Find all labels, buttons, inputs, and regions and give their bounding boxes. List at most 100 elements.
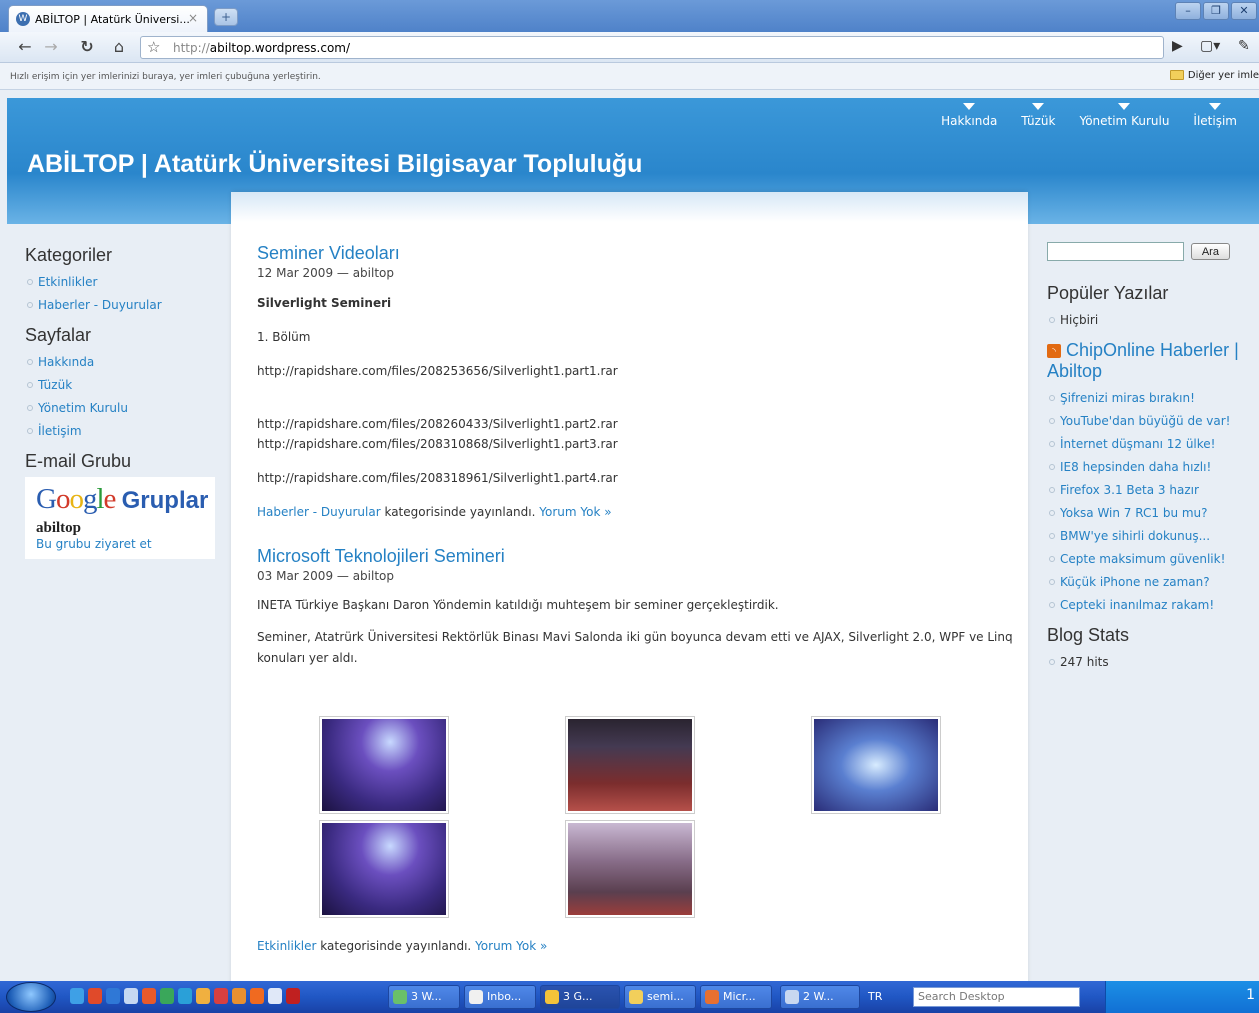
gallery-photo[interactable] — [319, 820, 449, 918]
reload-icon[interactable]: ↻ — [76, 37, 98, 59]
search-input[interactable] — [1047, 242, 1184, 261]
clock[interactable]: 1 — [1246, 987, 1255, 1003]
taskbar-button[interactable]: 3 W... — [388, 985, 460, 1009]
post-category-link[interactable]: Etkinlikler — [257, 939, 316, 953]
comments-link[interactable]: Yorum Yok » — [475, 939, 547, 953]
tab-strip: W ABİLTOP | Atatürk Üniversi... × + – ❐ … — [0, 0, 1259, 32]
post-title[interactable]: Microsoft Teknolojileri Semineri — [257, 546, 1017, 567]
page-tuzuk[interactable]: Tüzük — [38, 378, 72, 392]
list-item: Yönetim Kurulu — [25, 397, 225, 420]
opera-icon[interactable] — [88, 988, 102, 1004]
download-link[interactable]: http://rapidshare.com/files/208260433/Si… — [257, 417, 618, 431]
page-iletisim[interactable]: İletişim — [38, 424, 82, 438]
gallery-photo[interactable] — [811, 716, 941, 814]
feed-item[interactable]: Cepte maksimum güvenlik! — [1060, 552, 1225, 566]
list-item: YouTube'dan büyüğü de var! — [1047, 410, 1247, 433]
post-meta: 12 Mar 2009 — abiltop — [257, 266, 395, 280]
feed-item[interactable]: Küçük iPhone ne zaman? — [1060, 575, 1210, 589]
list-item: İletişim — [25, 420, 225, 443]
group-name: abiltop — [36, 520, 82, 536]
search-button[interactable]: Ara — [1190, 243, 1230, 260]
feed-item[interactable]: BMW'ye sihirli dokunuş... — [1060, 529, 1210, 543]
gallery-photo[interactable] — [565, 716, 695, 814]
page-hakkinda[interactable]: Hakkında — [38, 355, 94, 369]
feed-item[interactable]: Şifrenizi miras bırakın! — [1060, 391, 1195, 405]
start-button[interactable] — [6, 982, 56, 1012]
app-icon[interactable] — [196, 988, 210, 1004]
browser-toolbar: ← → ↻ ⌂ ☆ http://abiltop.wordpress.com/ … — [0, 32, 1259, 63]
post-category-link[interactable]: Haberler - Duyurular — [257, 505, 381, 519]
bookmark-star-icon[interactable]: ☆ — [147, 38, 160, 56]
url-text[interactable]: http://abiltop.wordpress.com/ — [173, 41, 350, 55]
play-arrow-icon[interactable]: ▶ — [1172, 38, 1183, 54]
minimize-icon[interactable]: – — [1175, 2, 1201, 20]
new-tab-button[interactable]: + — [214, 8, 238, 26]
back-icon[interactable]: ← — [14, 37, 36, 59]
nav-tuzuk[interactable]: Tüzük — [1021, 103, 1055, 128]
list-item: Haberler - Duyurular — [25, 294, 225, 317]
site-title[interactable]: ABİLTOP | Atatürk Üniversitesi Bilgisaya… — [27, 150, 642, 179]
taskbar-button[interactable]: 3 G... — [540, 985, 620, 1009]
app-icon[interactable] — [178, 988, 192, 1004]
nav-yonetim-kurulu[interactable]: Yönetim Kurulu — [1079, 103, 1169, 128]
folder-icon — [1169, 70, 1184, 80]
app-icon[interactable] — [286, 988, 300, 1004]
feed-title[interactable]: ◝ ChipOnline Haberler | Abiltop — [1047, 340, 1247, 382]
feed-item[interactable]: Yoksa Win 7 RC1 bu mu? — [1060, 506, 1208, 520]
app-icon[interactable] — [160, 988, 174, 1004]
app-icon[interactable] — [106, 988, 120, 1004]
nav-hakkinda[interactable]: Hakkında — [941, 103, 997, 128]
download-link[interactable]: http://rapidshare.com/files/208318961/Si… — [257, 471, 618, 485]
taskbar-button[interactable]: Micr... — [700, 985, 772, 1009]
nav-iletisim[interactable]: İletişim — [1193, 103, 1237, 128]
feed-item[interactable]: YouTube'dan büyüğü de var! — [1060, 414, 1230, 428]
feed-item[interactable]: IE8 hepsinden daha hızlı! — [1060, 460, 1211, 474]
app-icon[interactable] — [232, 988, 246, 1004]
download-link[interactable]: http://rapidshare.com/files/208253656/Si… — [257, 364, 618, 378]
wrench-icon[interactable]: ✎ — [1238, 38, 1250, 54]
page-yonetim-kurulu[interactable]: Yönetim Kurulu — [38, 401, 128, 415]
visit-group-link[interactable]: Bu grubu ziyaret et — [36, 537, 152, 551]
feed-item[interactable]: Cepteki inanılmaz rakam! — [1060, 598, 1214, 612]
google-groups-logo[interactable]: Google Gruplar — [36, 483, 208, 516]
wordpress-icon: W — [16, 12, 30, 26]
category-etkinlikler[interactable]: Etkinlikler — [38, 275, 97, 289]
address-bar[interactable]: ☆ http://abiltop.wordpress.com/ — [140, 36, 1164, 59]
ie-icon[interactable] — [70, 988, 84, 1004]
page-menu-icon[interactable]: ▢▾ — [1200, 38, 1220, 54]
taskbar-button[interactable]: semi... — [624, 985, 696, 1009]
restore-icon[interactable]: ❐ — [1203, 2, 1229, 20]
other-bookmarks[interactable]: Diğer yer imle — [1169, 70, 1259, 81]
app-icon[interactable] — [142, 988, 156, 1004]
page-viewport: Hakkında Tüzük Yönetim Kurulu İletişim A… — [0, 90, 1259, 981]
bookmark-hint: Hızlı erişim için yer imlerinizi buraya,… — [10, 72, 321, 82]
language-indicator[interactable]: TR — [868, 990, 882, 1003]
taskbar-button[interactable]: Inbo... — [464, 985, 536, 1009]
app-icon[interactable] — [214, 988, 228, 1004]
window-controls: – ❐ ✕ — [1175, 2, 1257, 20]
close-tab-icon[interactable]: × — [188, 11, 198, 25]
popular-posts-title: Popüler Yazılar — [1047, 283, 1169, 303]
close-window-icon[interactable]: ✕ — [1231, 2, 1257, 20]
desktop-search-input[interactable]: Search Desktop — [913, 987, 1080, 1007]
feed-item[interactable]: Firefox 3.1 Beta 3 hazır — [1060, 483, 1199, 497]
category-haberler[interactable]: Haberler - Duyurular — [38, 298, 162, 312]
comments-link[interactable]: Yorum Yok » — [539, 505, 611, 519]
post-subtitle: Silverlight Semineri — [257, 296, 392, 310]
post-title[interactable]: Seminer Videoları — [257, 243, 1017, 264]
app-icon[interactable] — [124, 988, 138, 1004]
gallery-photo[interactable] — [319, 716, 449, 814]
gallery-photo[interactable] — [565, 820, 695, 918]
windows-taskbar: 3 W... Inbo... 3 G... semi... Micr... 2 … — [0, 981, 1259, 1013]
feed-list: Şifrenizi miras bırakın! YouTube'dan büy… — [1047, 387, 1247, 617]
app-icon[interactable] — [250, 988, 264, 1004]
app-icon[interactable] — [268, 988, 282, 1004]
home-icon[interactable]: ⌂ — [108, 37, 130, 59]
post-footer: Haberler - Duyurular kategorisinde yayın… — [257, 505, 612, 519]
browser-tab[interactable]: W ABİLTOP | Atatürk Üniversi... × — [8, 5, 208, 32]
feed-item[interactable]: İnternet düşmanı 12 ülke! — [1060, 437, 1215, 451]
taskbar-button[interactable]: 2 W... — [780, 985, 860, 1009]
pages-title: Sayfalar — [25, 325, 92, 345]
download-link[interactable]: http://rapidshare.com/files/208310868/Si… — [257, 437, 618, 451]
forward-icon[interactable]: → — [40, 37, 62, 59]
